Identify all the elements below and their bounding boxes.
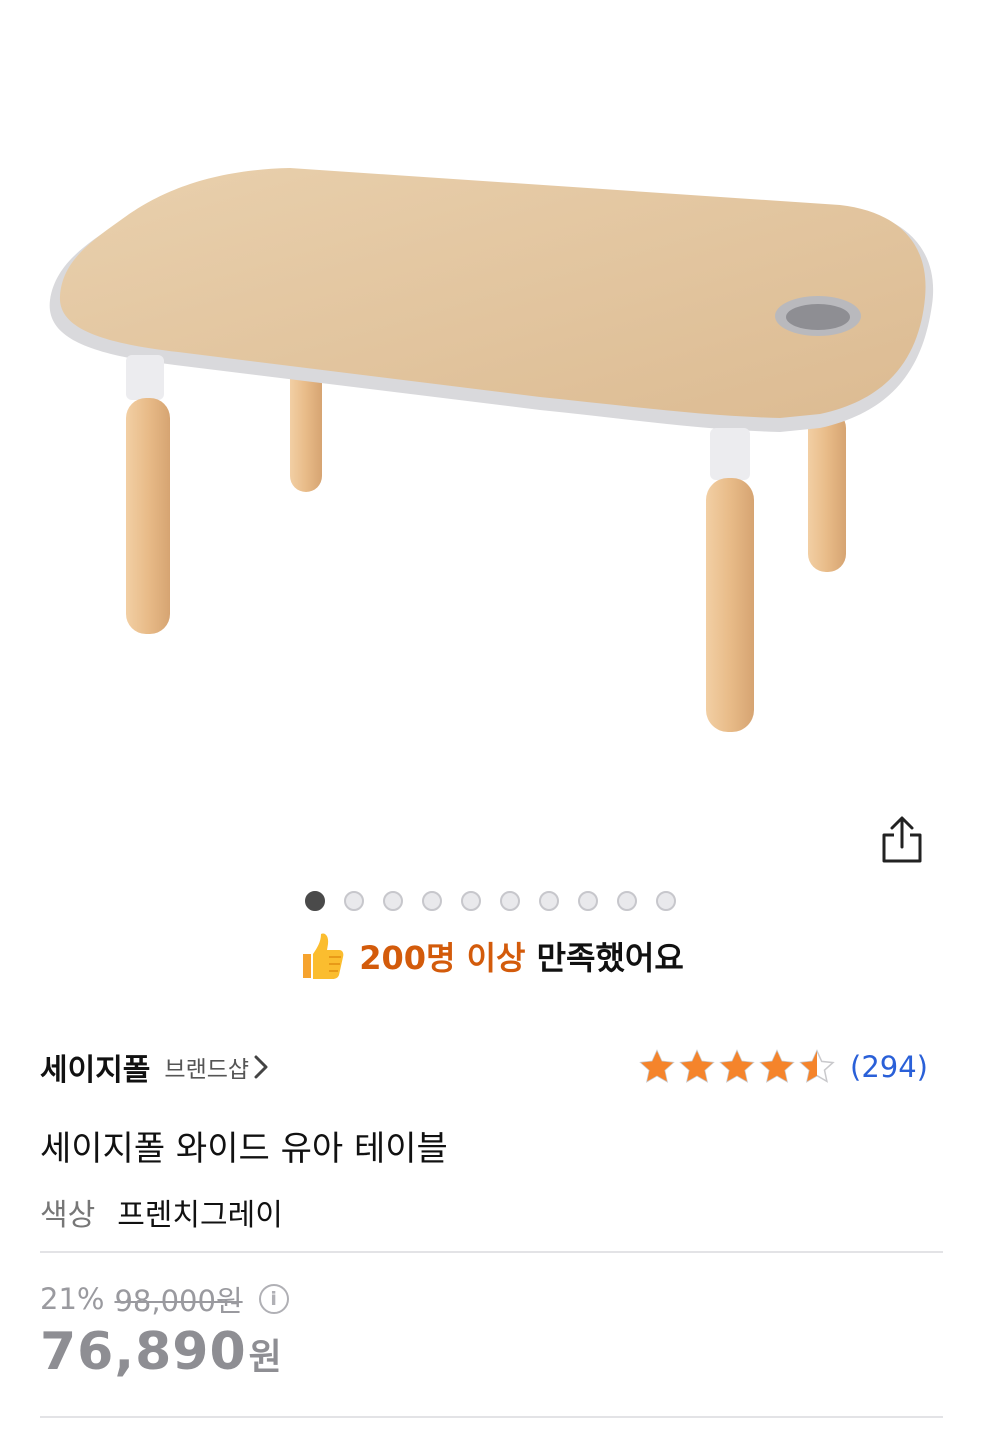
pagination-dot[interactable] (305, 891, 325, 911)
satisfaction-text: 만족했어요 (536, 939, 684, 977)
brand-shop-label: 브랜드샵 (164, 1057, 250, 1083)
thumbs-up-icon (303, 933, 344, 979)
option-label: 색상 (40, 1198, 96, 1233)
pagination-dot[interactable] (617, 891, 637, 911)
satisfaction-banner: 200명 이상 만족했어요 (0, 930, 983, 982)
gallery-pagination (305, 891, 676, 911)
brand-shop-link[interactable]: 브랜드샵 (164, 1050, 269, 1084)
review-count-link[interactable]: (294) (850, 1050, 928, 1084)
currency-label: 원 (248, 1337, 282, 1378)
final-price: 76,890 (40, 1322, 247, 1382)
pagination-dot[interactable] (344, 891, 364, 911)
pagination-dot[interactable] (500, 891, 520, 911)
pagination-dot[interactable] (422, 891, 442, 911)
satisfaction-highlight: 200명 이상 (359, 939, 526, 977)
share-button[interactable] (874, 812, 930, 868)
price-discount-row: 21% 98,000원 i (40, 1278, 289, 1320)
pagination-dot[interactable] (383, 891, 403, 911)
divider (40, 1251, 943, 1253)
divider (40, 1416, 943, 1418)
pagination-dot[interactable] (461, 891, 481, 911)
rating-stars[interactable] (638, 1048, 836, 1086)
brand-name[interactable]: 세이지폴 (40, 1045, 150, 1089)
pagination-dot[interactable] (578, 891, 598, 911)
product-image-gallery[interactable] (0, 0, 983, 800)
product-image[interactable] (0, 0, 983, 800)
star-full-icon (719, 1049, 755, 1083)
pagination-dot[interactable] (539, 891, 559, 911)
option-value: 프렌치그레이 (117, 1198, 283, 1233)
star-half-icon (799, 1049, 835, 1083)
chevron-right-icon (254, 1055, 268, 1079)
info-icon[interactable]: i (258, 1284, 289, 1314)
pagination-dot[interactable] (656, 891, 676, 911)
option-row: 색상 프렌치그레이 (40, 1190, 283, 1234)
product-title: 세이지폴 와이드 유아 테이블 (40, 1129, 448, 1169)
discount-rate: 21% (40, 1282, 105, 1316)
share-icon (882, 816, 922, 863)
brand-row: 세이지폴 브랜드샵 (294) (40, 1042, 928, 1092)
star-full-icon (759, 1049, 795, 1083)
final-price-row: 76,890 원 (40, 1322, 282, 1382)
star-full-icon (639, 1049, 675, 1083)
star-full-icon (679, 1049, 715, 1083)
original-price: 98,000원 (114, 1284, 243, 1318)
